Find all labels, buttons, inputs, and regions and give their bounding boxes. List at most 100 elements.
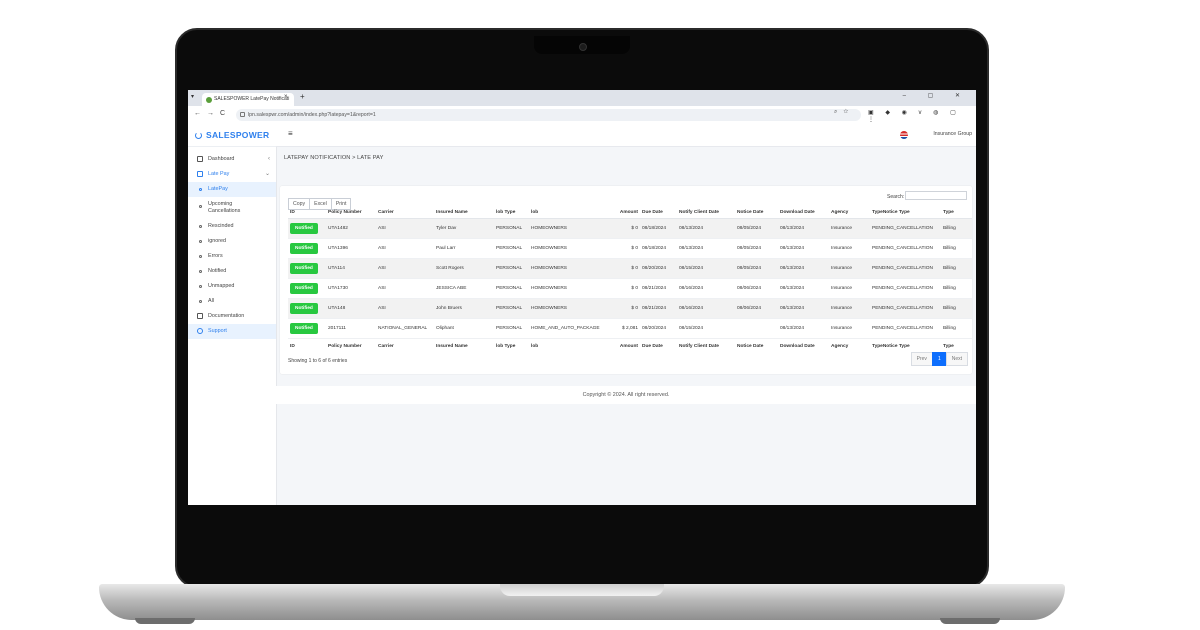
table-cell: PERSONAL <box>494 298 529 319</box>
sidebar-item-label: Rescinded <box>208 223 234 229</box>
table-row[interactable]: Notified UTA1730 ASI JESSICA ABE PERSONAL HOM… <box>288 278 972 299</box>
notified-badge[interactable]: Notified <box>290 283 318 294</box>
table-cell: $ 0 <box>607 298 640 319</box>
circle-icon <box>199 270 202 273</box>
sidebar-item-all[interactable]: All <box>188 294 276 309</box>
table-row[interactable]: Notified UTA114 ASI Scott Rogers PERSONAL HOM… <box>288 258 972 279</box>
home-icon <box>197 156 203 162</box>
table-cell: ASI <box>376 218 434 239</box>
table-cell: Notified <box>288 238 326 259</box>
sidebar-item-label: Notified <box>208 268 227 274</box>
column-header[interactable]: Carrier <box>376 206 434 219</box>
search-input[interactable] <box>905 191 967 200</box>
table-cell: Insurance <box>829 258 870 279</box>
circle-icon <box>199 300 202 303</box>
table-cell: NATIONAL_GENERAL <box>376 318 434 339</box>
grid-icon <box>197 171 203 177</box>
notified-badge[interactable]: Notified <box>290 243 318 254</box>
sidebar-item-rescinded[interactable]: Rescinded <box>188 219 276 234</box>
chevron-left-icon: ‹ <box>268 156 270 162</box>
extension-icons[interactable]: ▣ ◆ ◉ v ◍ ▢ ⋮ <box>868 109 976 123</box>
table-cell: 08/05/2024 <box>735 258 778 279</box>
notified-badge[interactable]: Notified <box>290 263 318 274</box>
column-header[interactable]: Policy Number <box>326 206 376 219</box>
circle-icon <box>199 205 202 208</box>
table-cell: HOMEOWNERS <box>529 238 607 259</box>
sidebar-item-label: All <box>208 298 214 304</box>
table-header-row: ID Policy Number Carrier Insured Name lob Ty… <box>288 206 972 219</box>
zoom-bookmark-icons[interactable]: ⌕☆ <box>834 109 854 116</box>
table-cell: 08/13/2024 <box>778 218 829 239</box>
sidebar-item-notified[interactable]: Notified <box>188 264 276 279</box>
tab-menu-icon[interactable]: ▾ <box>191 93 194 100</box>
sidebar-item-upcoming-cancellations[interactable]: Upcoming Cancellations <box>188 197 276 219</box>
table-row[interactable]: Notified UTA1396 ASI Paul Larr PERSONAL HOMEO… <box>288 238 972 259</box>
favicon-icon <box>206 97 212 103</box>
table-cell: PENDING_CANCELLATION <box>870 298 941 319</box>
column-header[interactable]: Type <box>941 206 972 219</box>
search-label: Search: <box>887 194 905 200</box>
table-cell: $ 2,081 <box>607 318 640 339</box>
window-controls[interactable]: – ▢ ✕ <box>903 92 970 99</box>
next-page-button[interactable]: Next <box>945 352 968 366</box>
table-cell: PENDING_CANCELLATION <box>870 258 941 279</box>
table-cell: PERSONAL <box>494 218 529 239</box>
table-cell: Paul Larr <box>434 238 494 259</box>
nav-buttons[interactable]: ←→C <box>194 110 231 117</box>
url-field[interactable]: lpn.salespwr.com/admin/index.php?latepay… <box>236 109 861 121</box>
entries-info: Showing 1 to 6 of 6 entries <box>288 358 348 364</box>
column-header[interactable]: TypeNotice Type <box>870 206 941 219</box>
column-header[interactable]: lob <box>529 206 607 219</box>
column-header[interactable]: Notice Date <box>735 206 778 219</box>
column-header[interactable]: Due Date <box>640 206 677 219</box>
address-bar-row: ←→C lpn.salespwr.com/admin/index.php?lat… <box>188 106 976 125</box>
table-cell: 08/05/2024 <box>735 218 778 239</box>
sidebar-item-ignored[interactable]: ignored <box>188 234 276 249</box>
table-cell: 08/16/2024 <box>677 278 735 299</box>
sidebar-item-latepay[interactable]: LatePay <box>188 182 276 197</box>
sidebar-item-label: Dashboard <box>208 156 235 162</box>
brand-name: SALESPOWER <box>206 130 270 140</box>
column-header[interactable]: lob Type <box>494 206 529 219</box>
sidebar-item-label: LatePay <box>208 186 228 192</box>
notified-badge[interactable]: Notified <box>290 303 318 314</box>
table-cell: 08/13/2024 <box>778 278 829 299</box>
site-info-icon[interactable] <box>240 112 245 117</box>
table-cell: PENDING_CANCELLATION <box>870 218 941 239</box>
sidebar-item-dashboard[interactable]: Dashboard ‹ <box>188 152 276 167</box>
sidebar-item-unmapped[interactable]: Unmapped <box>188 279 276 294</box>
table-cell: John Bruers <box>434 298 494 319</box>
organization-name[interactable]: Insurance Group <box>933 131 972 137</box>
table-cell: HOME_AND_AUTO_PACKAGE <box>529 318 607 339</box>
table-cell: Insurance <box>829 218 870 239</box>
brand-logo[interactable]: SALESPOWER <box>195 130 269 140</box>
sidebar-item-late-pay[interactable]: Late Pay ⌄ <box>188 167 276 182</box>
screen: ▾ SALESPOWER LatePay Notificati × + – ▢ … <box>188 90 976 505</box>
table-row[interactable]: Notified 2017111 NATIONAL_GENERAL Oliphant P… <box>288 318 972 339</box>
table-cell: Billing <box>941 218 972 239</box>
table-row[interactable]: Notified UTA148 ASI John Bruers PERSONAL HOME… <box>288 298 972 319</box>
prev-page-button[interactable]: Prev <box>910 352 933 366</box>
column-header[interactable]: Insured Name <box>434 206 494 219</box>
sidebar-item-documentation[interactable]: Documentation <box>188 309 276 324</box>
us-flag-icon[interactable] <box>900 131 908 139</box>
column-header[interactable]: Notify Client Date <box>677 206 735 219</box>
page-1-button[interactable]: 1 <box>931 352 947 366</box>
new-tab-button[interactable]: + <box>300 92 305 101</box>
table-row[interactable]: Notified UTA1482 ASI Tyler Dav PERSONAL HOMEO… <box>288 218 972 239</box>
notified-badge[interactable]: Notified <box>290 323 318 334</box>
close-tab-icon[interactable]: × <box>284 94 288 100</box>
table-cell: 08/13/2024 <box>778 298 829 319</box>
column-footer: lob Type <box>494 338 529 354</box>
notified-badge[interactable]: Notified <box>290 223 318 234</box>
table-cell: Insurance <box>829 318 870 339</box>
sidebar-item-errors[interactable]: Errors <box>188 249 276 264</box>
column-header[interactable]: ID <box>288 206 326 219</box>
table-cell: UTA1482 <box>326 218 376 239</box>
column-header[interactable]: Amount <box>607 206 640 219</box>
browser-tab[interactable]: SALESPOWER LatePay Notificati <box>202 93 294 106</box>
column-header[interactable]: Agency <box>829 206 870 219</box>
sidebar-item-support[interactable]: Support <box>188 324 276 339</box>
column-header[interactable]: Download Date <box>778 206 829 219</box>
menu-icon[interactable]: ≡ <box>288 129 293 138</box>
